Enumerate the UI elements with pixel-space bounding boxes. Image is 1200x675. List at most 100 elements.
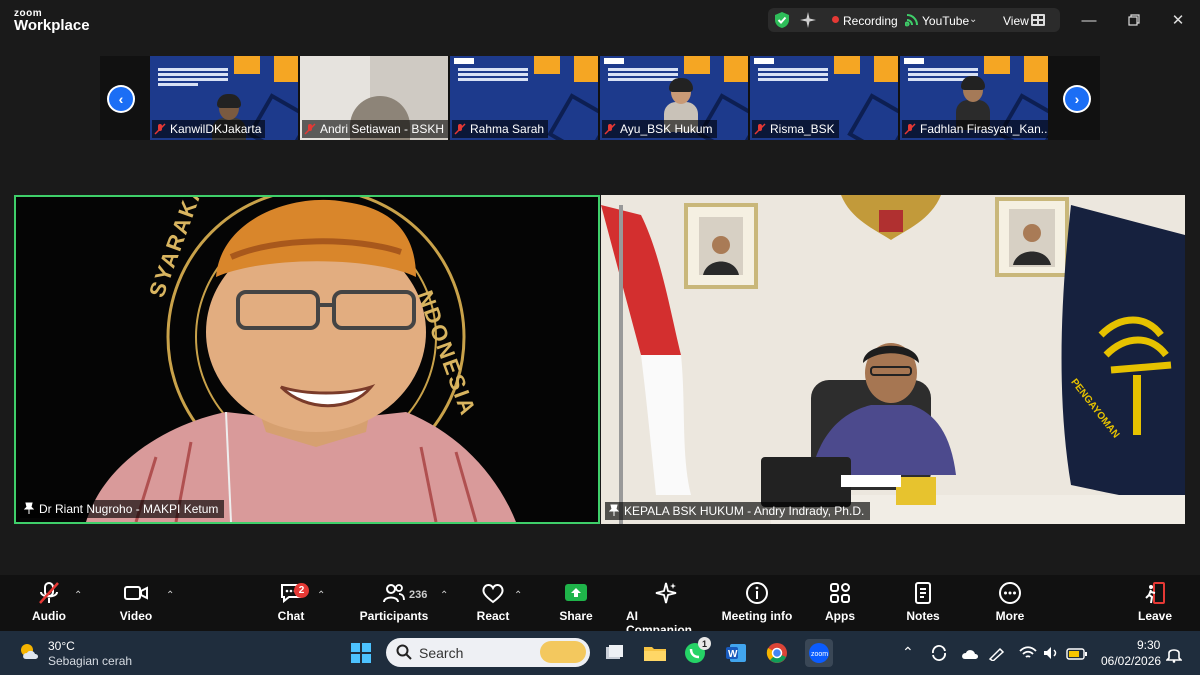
- sync-icon[interactable]: [930, 644, 948, 667]
- apps-icon: [829, 580, 851, 606]
- mic-muted-icon: [154, 123, 166, 135]
- mic-muted-icon: [904, 123, 916, 135]
- search-placeholder: Search: [419, 645, 464, 661]
- battery-icon[interactable]: [1066, 647, 1088, 665]
- pin-icon: [23, 502, 35, 517]
- info-icon: [745, 580, 769, 606]
- participants-icon: [383, 580, 405, 606]
- more-label: More: [995, 609, 1025, 623]
- svg-text:zoom: zoom: [811, 651, 828, 658]
- react-options-caret[interactable]: ⌃: [514, 590, 522, 601]
- thumbnail-name: Fadhlan Firasyan_Kan...: [920, 122, 1048, 136]
- chevron-left-icon: ‹: [109, 87, 133, 111]
- share-screen-icon: [563, 580, 589, 606]
- file-explorer-icon[interactable]: [641, 639, 669, 667]
- task-view-icon[interactable]: [600, 639, 628, 667]
- previous-page-button[interactable]: ‹: [107, 85, 135, 113]
- close-icon[interactable]: ✕: [1165, 8, 1191, 32]
- share-button[interactable]: Share: [558, 580, 594, 623]
- tray-chevron-up-icon[interactable]: ⌃: [902, 644, 914, 661]
- weather-temp[interactable]: 30°C: [48, 639, 75, 653]
- stream-label[interactable]: YouTube: [922, 14, 969, 28]
- active-speaker-video[interactable]: SYARAKAT KEB NDONESIA Dr Riant Nugroho -…: [14, 195, 600, 524]
- leave-label: Leave: [1137, 609, 1173, 623]
- video-options-caret[interactable]: ⌃: [166, 590, 174, 601]
- meeting-info-button[interactable]: Meeting info: [720, 580, 794, 623]
- recording-label[interactable]: Recording: [843, 14, 898, 28]
- mic-muted-icon: [37, 580, 61, 606]
- participant-name: KEPALA BSK HUKUM - Andry Indrady, Ph.D.: [624, 504, 865, 518]
- notes-button[interactable]: Notes: [904, 580, 942, 623]
- notes-label: Notes: [906, 609, 940, 623]
- participant-video[interactable]: PENGAYOMAN KEPALA BSK HUKUM - Andry Indr…: [601, 195, 1185, 524]
- mic-muted-icon: [604, 123, 616, 135]
- audio-label: Audio: [32, 609, 66, 623]
- speaker-name: Dr Riant Nugroho - MAKPI Ketum: [39, 502, 219, 516]
- clock-time[interactable]: 9:30: [1137, 638, 1160, 652]
- word-icon[interactable]: W: [722, 639, 750, 667]
- stream-signal-icon: [904, 13, 919, 32]
- participant-thumbnail[interactable]: Andri Setiawan - BSKH: [300, 56, 448, 140]
- taskbar-search[interactable]: Search: [386, 638, 590, 667]
- chat-badge: 2: [294, 583, 309, 598]
- ai-sparkle-icon: [654, 580, 678, 606]
- ai-companion-button[interactable]: AI Companion: [626, 580, 706, 637]
- more-icon: [998, 580, 1022, 606]
- apps-button[interactable]: Apps: [824, 580, 856, 623]
- pin-icon: [608, 504, 620, 519]
- video-name-label: KEPALA BSK HUKUM - Andry Indrady, Ph.D.: [605, 502, 871, 520]
- video-camera-icon: [123, 580, 149, 606]
- next-page-button[interactable]: ›: [1063, 85, 1091, 113]
- chevron-down-icon[interactable]: ⌄: [969, 14, 977, 25]
- participant-thumbnail[interactable]: Rahma Sarah: [450, 56, 598, 140]
- participants-options-caret[interactable]: ⌃: [440, 590, 448, 601]
- wifi-icon[interactable]: [1018, 645, 1038, 666]
- view-label[interactable]: View: [1003, 14, 1029, 28]
- restore-icon[interactable]: [1121, 8, 1147, 32]
- leave-icon: [1143, 580, 1167, 606]
- search-highlight-image: [540, 641, 586, 663]
- pen-icon[interactable]: [988, 645, 1006, 666]
- office-video-frame: [601, 195, 1185, 524]
- video-label: Video: [119, 609, 153, 623]
- weather-icon[interactable]: [18, 641, 42, 668]
- search-icon: [396, 644, 412, 665]
- notification-bell-icon[interactable]: [1165, 645, 1183, 668]
- participants-label: Participants: [359, 609, 429, 623]
- chrome-icon[interactable]: [763, 639, 791, 667]
- participant-thumbnail[interactable]: Fadhlan Firasyan_Kan...: [900, 56, 1048, 140]
- weather-desc[interactable]: Sebagian cerah: [48, 654, 132, 668]
- mic-muted-icon: [304, 123, 316, 135]
- participants-button[interactable]: Participants: [359, 580, 429, 623]
- minimize-icon[interactable]: —: [1076, 8, 1102, 32]
- leave-button[interactable]: Leave: [1136, 580, 1174, 623]
- grid-view-icon[interactable]: [1031, 13, 1045, 31]
- ai-sparkle-icon[interactable]: [799, 11, 817, 34]
- participant-thumbnail[interactable]: Ayu_BSK Hukum: [600, 56, 748, 140]
- mic-muted-icon: [454, 123, 466, 135]
- thumbnail-name: Risma_BSK: [770, 122, 835, 136]
- volume-icon[interactable]: [1042, 645, 1060, 666]
- react-button[interactable]: React: [476, 580, 510, 623]
- more-button[interactable]: More: [992, 580, 1028, 623]
- whatsapp-badge: 1: [698, 637, 711, 650]
- audio-options-caret[interactable]: ⌃: [74, 590, 82, 601]
- cloud-icon[interactable]: [960, 645, 980, 666]
- audio-button[interactable]: Audio: [30, 580, 68, 623]
- speaker-video-frame: [86, 197, 516, 522]
- zoom-taskbar-icon[interactable]: zoom: [805, 639, 833, 667]
- windows-start-icon[interactable]: [347, 639, 375, 667]
- clock-date[interactable]: 06/02/2026: [1101, 654, 1161, 668]
- workplace-logo: Workplace: [14, 17, 90, 34]
- video-button[interactable]: Video: [116, 580, 156, 623]
- shield-icon[interactable]: [774, 11, 790, 34]
- chat-options-caret[interactable]: ⌃: [317, 590, 325, 601]
- mic-muted-icon: [754, 123, 766, 135]
- participant-thumbnail[interactable]: Risma_BSK: [750, 56, 898, 140]
- chevron-right-icon: ›: [1065, 87, 1089, 111]
- participant-thumbnail[interactable]: KanwilDKJakarta: [150, 56, 298, 140]
- svg-text:W: W: [728, 649, 738, 660]
- share-label: Share: [559, 609, 593, 623]
- thumbnail-name: Andri Setiawan - BSKH: [320, 122, 445, 136]
- thumbnail-name: Rahma Sarah: [470, 122, 545, 136]
